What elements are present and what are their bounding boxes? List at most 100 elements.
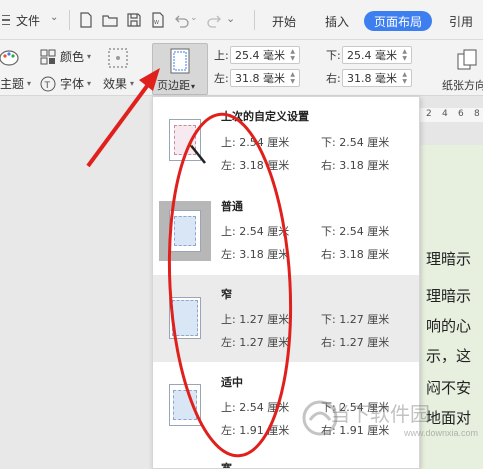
undo-dropdown-icon[interactable]: ⌄ (190, 13, 198, 23)
option-top: 上: 2.54 厘米 (221, 136, 290, 149)
option-title: 宽 (221, 462, 232, 469)
chevron-down-icon: ▾ (27, 79, 32, 88)
page-margins-label: 页边距 (157, 79, 190, 92)
effects-button[interactable]: 效果 ▾ (103, 75, 134, 92)
theme-palette-icon[interactable] (0, 48, 20, 68)
undo-icon[interactable] (174, 12, 190, 28)
spinner[interactable]: ▲ ▼ (402, 71, 407, 85)
margin-thumbnail (159, 289, 211, 347)
option-title: 适中 (221, 376, 243, 389)
horizontal-ruler[interactable]: 2 4 6 8 (420, 108, 483, 122)
option-top: 上: 2.54 厘米 (221, 225, 290, 238)
left-margin-key: 左: (214, 72, 229, 85)
effects-label: 效果 (103, 77, 128, 91)
effects-icon[interactable] (108, 48, 128, 68)
top-margin-value[interactable]: 25.4 毫米 (235, 47, 285, 63)
document-text-line[interactable]: 响的心 (426, 315, 471, 336)
document-background (0, 96, 152, 469)
margin-option-narrow[interactable]: 窄 上: 1.27 厘米 下: 1.27 厘米 左: 1.27 厘米 右: 1.… (153, 275, 419, 362)
option-right: 右: 3.18 厘米 (321, 248, 390, 261)
option-title: 上次的自定义设置 (221, 110, 309, 123)
bottom-margin-key: 下: (326, 49, 341, 62)
top-margin-field[interactable]: 上: 25.4 毫米 ▲ ▼ (214, 46, 300, 64)
watermark-brand: 当下软件园 (330, 402, 430, 426)
file-menu[interactable]: 文件 (16, 12, 40, 29)
document-text-line[interactable]: 闷不安 (426, 377, 471, 398)
svg-text:T: T (44, 81, 51, 91)
divider (69, 10, 70, 30)
option-left: 左: 3.18 厘米 (221, 159, 290, 172)
document-text-line[interactable]: 地面对 (426, 407, 471, 428)
margin-option-last-custom[interactable]: 上次的自定义设置 上: 2.54 厘米 下: 2.54 厘米 左: 3.18 厘… (153, 97, 419, 187)
chevron-down-icon: ▾ (87, 79, 92, 88)
spinner[interactable]: ▲ ▼ (290, 48, 295, 62)
option-bottom: 下: 1.27 厘米 (321, 313, 390, 326)
theme-button[interactable]: 主题 ▾ (0, 75, 31, 92)
option-left: 左: 1.91 厘米 (221, 424, 290, 437)
right-margin-value[interactable]: 31.8 毫米 (347, 70, 397, 86)
option-title: 普通 (221, 200, 243, 213)
font-button[interactable]: T 字体 ▾ (40, 75, 91, 92)
ruler-tick: 2 (426, 109, 432, 119)
tab-home[interactable]: 开始 (272, 11, 296, 31)
document-text-line[interactable]: 理暗示 (426, 285, 471, 306)
color-label: 颜色 (60, 50, 85, 64)
theme-label: 主题 (0, 77, 25, 91)
top-margin-key: 上: (214, 49, 229, 62)
new-document-icon[interactable] (78, 12, 94, 28)
menu-bar: 文件 ⌄ W ⌄ ⌄ 开始 插入 页面布局 引用 (0, 0, 483, 40)
chevron-down-icon: ▾ (130, 79, 135, 88)
right-margin-key: 右: (326, 72, 341, 85)
ruler-tick: 8 (474, 109, 480, 119)
option-left: 左: 1.27 厘米 (221, 336, 290, 349)
chevron-down-icon: ▾ (191, 82, 196, 91)
margin-thumbnail (159, 376, 211, 434)
ruler-tick: 4 (442, 109, 448, 119)
font-label: 字体 (60, 77, 85, 91)
option-right: 右: 3.18 厘米 (321, 159, 390, 172)
page-margins-icon (170, 48, 190, 74)
tab-references[interactable]: 引用 (449, 11, 473, 31)
option-left: 左: 3.18 厘米 (221, 248, 290, 261)
right-margin-field[interactable]: 右: 31.8 毫米 ▲ ▼ (326, 69, 412, 87)
menu-icon[interactable] (0, 11, 12, 29)
option-right: 右: 1.27 厘米 (321, 336, 390, 349)
margin-option-wide[interactable]: 宽 (153, 452, 419, 469)
export-pdf-icon[interactable]: W (150, 12, 166, 28)
margin-option-normal[interactable]: 普通 上: 2.54 厘米 下: 2.54 厘米 左: 3.18 厘米 右: 3… (153, 187, 419, 275)
ruler-tick: 6 (458, 109, 464, 119)
redo-icon[interactable] (206, 12, 222, 28)
tab-page-layout[interactable]: 页面布局 (364, 11, 433, 31)
color-button[interactable]: 颜色 ▾ (40, 48, 91, 65)
tab-insert[interactable]: 插入 (325, 11, 349, 31)
chevron-down-icon[interactable]: ⌄ (226, 12, 235, 25)
spinner[interactable]: ▲ ▼ (290, 71, 295, 85)
spinner[interactable]: ▲ ▼ (402, 48, 407, 62)
option-top: 上: 1.27 厘米 (221, 313, 290, 326)
option-title: 窄 (221, 288, 232, 301)
left-margin-value[interactable]: 31.8 毫米 (235, 70, 285, 86)
option-bottom: 下: 2.54 厘米 (321, 225, 390, 238)
option-bottom: 下: 2.54 厘米 (321, 136, 390, 149)
bottom-margin-value[interactable]: 25.4 毫米 (347, 47, 397, 63)
document-text-line[interactable]: 示，这 (426, 345, 471, 366)
color-scheme-icon (40, 49, 56, 64)
watermark-url: www.downxia.com (404, 428, 479, 438)
chevron-down-icon[interactable]: ⌄ (50, 12, 58, 23)
document-text-line[interactable]: 理暗示 (426, 248, 471, 269)
page-margins-button[interactable]: 页边距▾ (152, 43, 208, 95)
paper-orientation-icon[interactable] (456, 48, 478, 70)
left-margin-field[interactable]: 左: 31.8 毫米 ▲ ▼ (214, 69, 300, 87)
bottom-margin-field[interactable]: 下: 25.4 毫米 ▲ ▼ (326, 46, 412, 64)
margin-thumbnail (159, 111, 211, 169)
svg-text:W: W (154, 20, 159, 26)
margin-thumbnail (159, 201, 211, 261)
open-folder-icon[interactable] (102, 12, 118, 28)
font-icon: T (40, 76, 56, 91)
option-top: 上: 2.54 厘米 (221, 401, 290, 414)
chevron-down-icon: ▾ (87, 52, 92, 61)
divider (254, 10, 255, 30)
paper-orientation-button[interactable]: 纸张方向 (442, 77, 483, 93)
save-icon[interactable] (126, 12, 142, 28)
pencil-icon (188, 142, 206, 164)
